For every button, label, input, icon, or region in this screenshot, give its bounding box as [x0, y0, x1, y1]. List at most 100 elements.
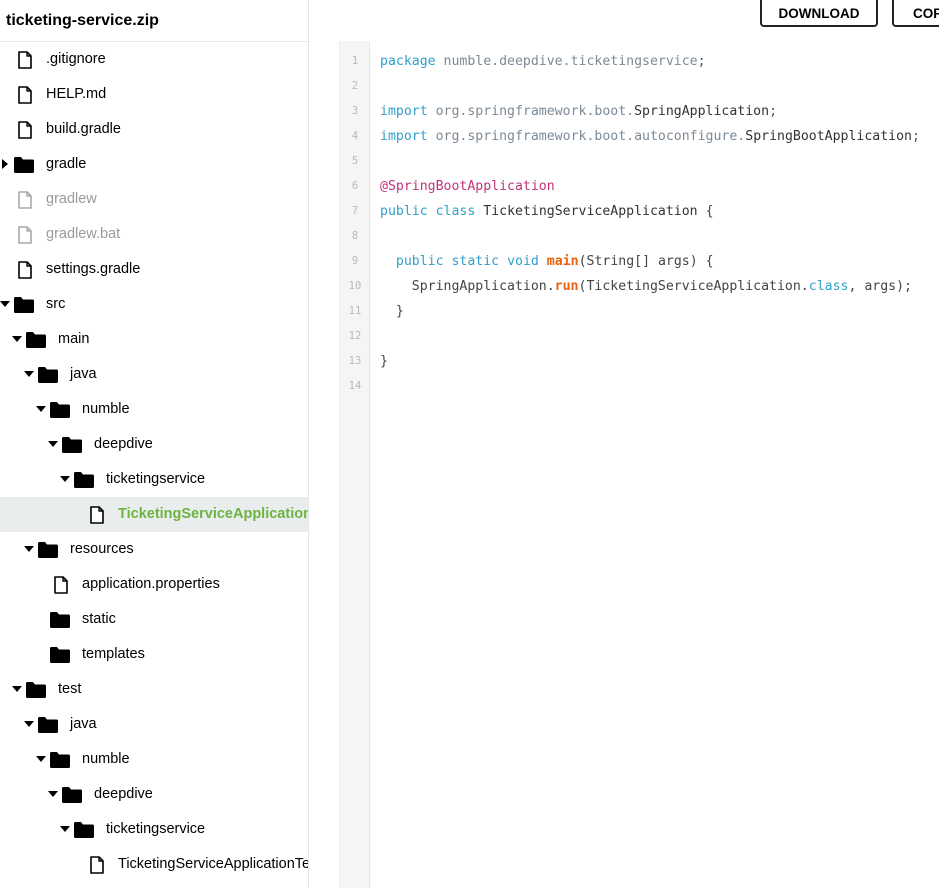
- code-token: void: [507, 254, 539, 269]
- copy-button[interactable]: COPY: [892, 0, 939, 27]
- tree-item-label: deepdive: [94, 436, 153, 452]
- folder-icon: [14, 295, 34, 314]
- chevron-down-icon[interactable]: [24, 544, 34, 554]
- code-line: public static void main(String[] args) {: [380, 249, 714, 274]
- code-token: main: [546, 254, 579, 269]
- file-icon: [15, 85, 35, 104]
- folder-icon: [38, 715, 58, 734]
- tree-item-resources[interactable]: resources: [0, 532, 308, 567]
- folder-icon: [62, 435, 82, 454]
- folder-icon: [74, 470, 94, 489]
- code-token: org.springframework.boot.autoconfigure.: [435, 129, 746, 144]
- code-token: public: [395, 254, 444, 269]
- folder-icon: [26, 680, 46, 699]
- tree-item-label: ticketingservice: [106, 471, 206, 487]
- code-line: import org.springframework.boot.SpringAp…: [380, 99, 777, 124]
- tree-item-ticketingservice[interactable]: ticketingservice: [0, 812, 308, 847]
- tree-item-ticketingserviceapplication-java[interactable]: TicketingServiceApplication.java: [0, 497, 308, 532]
- tree-item-gradlew-bat[interactable]: gradlew.bat: [0, 217, 308, 252]
- code-token: SpringApplication.: [380, 279, 555, 294]
- tree-item-settings-gradle[interactable]: settings.gradle: [0, 252, 308, 287]
- code-viewer[interactable]: 1 2 3 4 5 6 7 8 9 10 11 12 13 14 package numble.deepd…: [339, 41, 939, 888]
- tree-item-label: gradle: [46, 156, 87, 172]
- code-token: ;: [911, 129, 920, 144]
- line-number: 8: [351, 230, 359, 242]
- chevron-down-icon[interactable]: [60, 474, 70, 484]
- line-number: 3: [351, 105, 359, 117]
- code-token: class: [435, 204, 476, 219]
- chevron-down-icon[interactable]: [48, 439, 58, 449]
- line-number: 14: [348, 380, 362, 392]
- tree-item-static[interactable]: static: [0, 602, 308, 637]
- download-button[interactable]: DOWNLOAD: [760, 0, 878, 27]
- file-icon: [15, 120, 35, 139]
- tree-item-label: application.properties: [82, 576, 220, 592]
- chevron-down-icon[interactable]: [24, 369, 34, 379]
- tree-item-label: .gitignore: [46, 51, 106, 67]
- chevron-down-icon[interactable]: [36, 754, 46, 764]
- folder-icon: [14, 155, 34, 174]
- code-token: @SpringBootApplication: [380, 179, 555, 194]
- tree-item-numble[interactable]: numble: [0, 392, 308, 427]
- tree-item-label: static: [82, 611, 116, 627]
- tree-item-label: TicketingServiceApplication.java: [118, 506, 308, 522]
- tree-item-deepdive[interactable]: deepdive: [0, 427, 308, 462]
- tree-item-test[interactable]: test: [0, 672, 308, 707]
- code-token: import: [380, 104, 428, 119]
- code-token: run: [554, 279, 579, 294]
- tree-item-deepdive[interactable]: deepdive: [0, 777, 308, 812]
- file-icon: [15, 225, 35, 244]
- chevron-down-icon[interactable]: [0, 299, 10, 309]
- file-icon: [15, 50, 35, 69]
- tree-item-label: build.gradle: [46, 121, 121, 137]
- chevron-down-icon[interactable]: [48, 789, 58, 799]
- tree-item-label: resources: [70, 541, 134, 557]
- tree-item-java[interactable]: java: [0, 707, 308, 742]
- chevron-down-icon[interactable]: [24, 719, 34, 729]
- chevron-right-icon[interactable]: [0, 159, 10, 169]
- tree-item-src[interactable]: src: [0, 287, 308, 322]
- code-token: TicketingServiceApplication: [483, 204, 698, 219]
- tree-item-label: test: [58, 681, 82, 697]
- tree-item-label: main: [58, 331, 90, 347]
- code-token: package: [380, 54, 436, 69]
- code-token: }: [380, 304, 404, 319]
- code-token: }: [380, 354, 388, 369]
- tree-item-main[interactable]: main: [0, 322, 308, 357]
- tree-item-build-gradle[interactable]: build.gradle: [0, 112, 308, 147]
- chevron-down-icon[interactable]: [36, 404, 46, 414]
- chevron-down-icon[interactable]: [12, 334, 22, 344]
- tree-item-ticketingserviceapplicationtests-java[interactable]: TicketingServiceApplicationTests.java: [0, 847, 308, 882]
- tree-item-java[interactable]: java: [0, 357, 308, 392]
- code-line: }: [380, 349, 388, 374]
- file-icon: [87, 855, 107, 874]
- tree-item-gradle[interactable]: gradle: [0, 147, 308, 182]
- tree-item-gitignore[interactable]: .gitignore: [0, 42, 308, 77]
- top-toolbar: DOWNLOAD COPY: [309, 0, 939, 40]
- tree-item-ticketingservice[interactable]: ticketingservice: [0, 462, 308, 497]
- code-token: ;: [697, 54, 706, 69]
- file-icon: [51, 575, 71, 594]
- tree-item-application-properties[interactable]: application.properties: [0, 567, 308, 602]
- tree-item-templates[interactable]: templates: [0, 637, 308, 672]
- code-token: class: [808, 279, 849, 294]
- folder-icon: [50, 610, 70, 629]
- file-icon: [15, 260, 35, 279]
- tree-item-numble[interactable]: numble: [0, 742, 308, 777]
- code-token: , args);: [848, 279, 912, 294]
- tree-item-label: deepdive: [94, 786, 153, 802]
- tree-item-help-md[interactable]: HELP.md: [0, 77, 308, 112]
- chevron-down-icon[interactable]: [12, 684, 22, 694]
- file-explorer-sidebar: ticketing-service.zip .gitignore HELP.md b…: [0, 0, 309, 888]
- line-number: 7: [351, 205, 359, 217]
- code-line: public class TicketingServiceApplication…: [380, 199, 714, 224]
- file-icon: [87, 505, 107, 524]
- code-line: @SpringBootApplication: [380, 174, 555, 199]
- tree-item-gradlew[interactable]: gradlew: [0, 182, 308, 217]
- chevron-down-icon[interactable]: [60, 824, 70, 834]
